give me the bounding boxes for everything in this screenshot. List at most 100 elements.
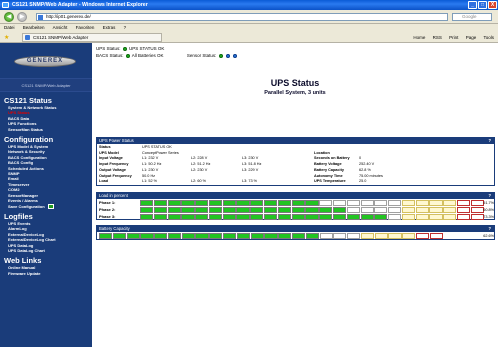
load-phase-bar-segment bbox=[319, 207, 333, 213]
load-phase-bar-segment bbox=[470, 207, 484, 213]
battery-capacity-bar-segment bbox=[305, 233, 319, 239]
sidebar-item-label: Email bbox=[8, 176, 19, 182]
maximize-button[interactable]: □ bbox=[478, 1, 487, 9]
window-titlebar: CS121 SNMP/Web Adapter - Windows Interne… bbox=[0, 0, 498, 10]
browser-tab[interactable]: CS121 SNMP/Web Adapter bbox=[22, 33, 162, 42]
menu-bar: Datei Bearbeiten Ansicht Favoriten Extra… bbox=[0, 24, 498, 32]
menu-edit[interactable]: Bearbeiten bbox=[23, 25, 45, 30]
minimize-button[interactable]: _ bbox=[468, 1, 477, 9]
load-phase-bar-segment bbox=[222, 214, 236, 220]
sidebar-item-label: UPS Model & System bbox=[8, 144, 49, 150]
load-phase-bar-segment bbox=[167, 214, 181, 220]
back-button[interactable]: ◀ bbox=[4, 12, 14, 22]
ie-icon bbox=[2, 2, 9, 8]
load-phase-bar-segment bbox=[291, 214, 305, 220]
battery-capacity-bar-segment bbox=[374, 233, 388, 239]
load-phase-bar-segment bbox=[291, 207, 305, 213]
sidebar-item-label: COM2 bbox=[8, 187, 20, 193]
ups-status-label: UPS Status: bbox=[96, 46, 121, 51]
load-phase-bar-label: Phase 2: bbox=[99, 207, 116, 212]
battery-capacity-bar-segment bbox=[209, 233, 223, 239]
power-cell-l2: L2: 60 % bbox=[191, 179, 206, 184]
sensor-status-ok-icon bbox=[218, 53, 223, 58]
sidebar-item[interactable]: SensorMan Status bbox=[0, 127, 92, 132]
favorites-star-icon[interactable]: ★ bbox=[4, 34, 9, 41]
load-phase-bar-percent: 73.3% bbox=[483, 215, 494, 219]
load-phase-bar-segment bbox=[305, 207, 319, 213]
sidebar-item[interactable]: Save Configuration bbox=[0, 204, 92, 209]
sidebar-item-label: UPS DataLog Chart bbox=[8, 247, 45, 253]
battery-capacity-bar-row: 62.6% bbox=[99, 233, 494, 239]
load-phase-bar-segment bbox=[195, 200, 209, 206]
load-phase-bar-segment bbox=[153, 207, 167, 213]
ups-status-ok-icon bbox=[122, 46, 127, 51]
menu-tools[interactable]: Extras bbox=[103, 25, 116, 30]
load-phase-bar-segment bbox=[360, 214, 374, 220]
sidebar-item-label: Events / Alarms bbox=[8, 198, 38, 204]
close-button[interactable]: X bbox=[488, 1, 497, 9]
search-box[interactable]: Google bbox=[452, 13, 492, 21]
load-phase-bar-segment bbox=[319, 214, 333, 220]
menu-favorites[interactable]: Favoriten bbox=[76, 25, 95, 30]
battery-capacity-bar-segment bbox=[264, 233, 278, 239]
battery-capacity-bar-segment bbox=[360, 233, 375, 239]
print-button[interactable]: Print bbox=[449, 35, 458, 40]
help-button[interactable]: ? bbox=[488, 138, 491, 144]
rss-button[interactable]: RSS bbox=[433, 35, 442, 40]
load-phase-bar-segment bbox=[236, 200, 250, 206]
load-phase-bar-segments bbox=[140, 214, 485, 220]
sidebar-item[interactable]: Firmware Update bbox=[0, 271, 92, 276]
sidebar-item-label: Network & Security bbox=[8, 149, 45, 155]
battery-capacity-bar-segment bbox=[402, 233, 416, 239]
power-cell-k: UPS Temperature bbox=[314, 179, 346, 184]
home-button[interactable]: Home bbox=[413, 35, 425, 40]
page-icon bbox=[38, 15, 43, 20]
load-phase-bar-row: Phase 2: 60.8% bbox=[99, 207, 494, 213]
battery-capacity-bar-segment bbox=[388, 233, 402, 239]
panel-title: UPS Power Status bbox=[99, 138, 134, 143]
load-phase-bar-segment bbox=[222, 200, 236, 206]
logo-area: GENEREX bbox=[0, 43, 92, 76]
ups-status-value: UPS STATUS OK bbox=[129, 46, 165, 51]
address-bar[interactable]: http://ip01.generex.de/ bbox=[36, 13, 448, 21]
load-phase-bar-segment bbox=[470, 200, 484, 206]
save-config-icon[interactable] bbox=[47, 203, 54, 209]
load-panel: Load in percent ? Phase 1: 51.7% Phase 2: 6… bbox=[96, 192, 495, 220]
sidebar-section-title: CS121 Status bbox=[4, 96, 52, 105]
load-phase-bar-segment bbox=[250, 207, 264, 213]
battery-capacity-bar-segment bbox=[126, 233, 140, 239]
tools-menu[interactable]: Tools bbox=[483, 35, 494, 40]
navigation-bar: ◀ ▶ http://ip01.generex.de/ Google bbox=[0, 10, 498, 24]
battery-capacity-bar-segment bbox=[223, 233, 237, 239]
help-button[interactable]: ? bbox=[488, 193, 491, 199]
load-phase-bar-row: Phase 3: 73.3% bbox=[99, 214, 494, 220]
load-phase-bar-segments bbox=[140, 207, 485, 213]
load-phase-bar-segment bbox=[360, 200, 374, 206]
bacs-status-line: BACS Status: All Batteries OK Sensor Sta… bbox=[96, 53, 238, 59]
sidebar-item-label: AlarmLog bbox=[8, 226, 27, 232]
panel-header: Load in percent ? bbox=[97, 193, 494, 199]
sidebar-item[interactable]: UPS DataLog Chart bbox=[0, 248, 92, 253]
load-phase-bar-segment bbox=[429, 200, 443, 206]
load-phase-bar-segment bbox=[140, 200, 154, 206]
load-phase-bar-segment bbox=[208, 207, 223, 213]
load-phase-bar-segment bbox=[305, 200, 319, 206]
sidebar-item-label: ExternalDeviceLog Chart bbox=[8, 237, 56, 243]
load-phase-bar-segment bbox=[181, 200, 195, 206]
sidebar-item-label: ExternalDeviceLog bbox=[8, 231, 45, 237]
load-phase-bar-segment bbox=[456, 200, 471, 206]
load-phase-bar-segment bbox=[346, 207, 360, 213]
load-phase-bar-segments bbox=[140, 200, 485, 206]
sidebar-item-label: System & Network Status bbox=[8, 105, 57, 110]
sidebar-item-label: BACS Configuration bbox=[8, 154, 47, 160]
forward-button[interactable]: ▶ bbox=[17, 12, 27, 22]
load-phase-bar-segment bbox=[264, 200, 278, 206]
load-phase-bar-percent: 60.8% bbox=[483, 208, 494, 212]
load-phase-bar-segment bbox=[374, 207, 388, 213]
menu-view[interactable]: Ansicht bbox=[53, 25, 68, 30]
help-button[interactable]: ? bbox=[488, 226, 491, 232]
load-phase-bar-segment bbox=[277, 214, 291, 220]
page-menu[interactable]: Page bbox=[466, 35, 477, 40]
menu-file[interactable]: Datei bbox=[4, 25, 15, 30]
menu-help[interactable]: ? bbox=[124, 25, 127, 30]
